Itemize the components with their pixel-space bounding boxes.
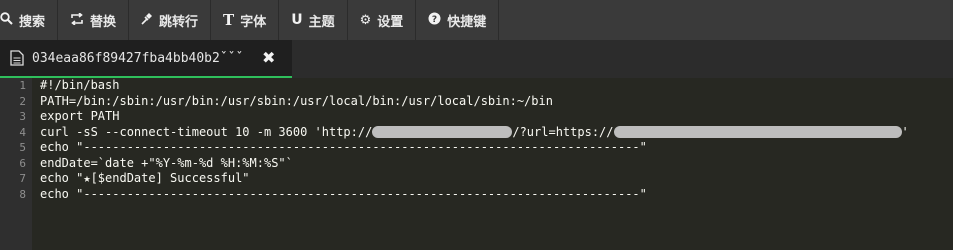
tab-bar: 034eaa86f89427fba4bb40b2ˇˇˇ ✖ (0, 40, 953, 78)
code-line: #!/bin/bash (40, 78, 120, 92)
code-line: curl -sS --connect-timeout 10 -m 3600 'h… (40, 125, 953, 141)
font-label: 字体 (240, 14, 267, 30)
line-number: 2 (19, 94, 26, 108)
toolbar: 搜索 替换 跳转行 T 字体 U 主题 ⚙ 设置 ? 快捷键 (0, 0, 953, 40)
code-area[interactable]: #!/bin/bash PATH=/bin:/sbin:/usr/bin:/us… (40, 78, 953, 250)
redacted-host (372, 125, 513, 138)
help-icon: ? (428, 12, 441, 28)
svg-text:?: ? (432, 15, 437, 25)
line-number: 6 (19, 156, 26, 170)
text-icon: T (223, 10, 235, 29)
file-tab[interactable]: 034eaa86f89427fba4bb40b2ˇˇˇ ✖ (0, 40, 292, 78)
code-line: echo "----------------------------------… (40, 140, 647, 154)
replace-label: 替换 (90, 14, 117, 30)
line-number: 4 (19, 125, 26, 139)
shortcuts-label: 快捷键 (447, 14, 487, 30)
editor-window: 搜索 替换 跳转行 T 字体 U 主题 ⚙ 设置 ? 快捷键 034eaa86f… (0, 0, 953, 250)
goto-line-label: 跳转行 (159, 14, 199, 30)
search-icon (0, 12, 13, 28)
code-editor[interactable]: 1 2 3 4 5 6 7 8 #!/bin/bash PATH=/bin:/s… (0, 78, 953, 250)
theme-icon: U (291, 11, 303, 28)
replace-button[interactable]: 替换 (58, 0, 130, 40)
tab-title: 034eaa86f89427fba4bb40b2ˇˇˇ (32, 50, 244, 66)
code-line: echo "----------------------------------… (40, 186, 647, 201)
theme-label: 主题 (308, 14, 335, 30)
code-line: PATH=/bin:/sbin:/usr/bin:/usr/sbin:/usr/… (40, 93, 553, 108)
settings-button[interactable]: ⚙ 设置 (348, 0, 417, 40)
line-number: 7 (19, 172, 26, 185)
code-line: endDate=`date +"%Y-%m-%d %H:%M:%S"` (40, 155, 293, 170)
code-line-end: ' (901, 124, 909, 139)
goto-line-button[interactable]: 跳转行 (129, 0, 212, 40)
search-button[interactable]: 搜索 (0, 0, 59, 40)
code-line: export PATH (40, 109, 120, 123)
redacted-url (613, 125, 902, 138)
font-button[interactable]: T 字体 (211, 0, 280, 40)
line-number: 8 (19, 187, 26, 201)
gear-icon: ⚙ (359, 12, 372, 28)
code-line-mid: /?url=https:// (512, 124, 614, 139)
search-label: 搜索 (19, 14, 46, 30)
file-icon (10, 50, 24, 66)
line-number: 5 (19, 141, 26, 154)
replace-icon (70, 11, 84, 28)
line-gutter: 1 2 3 4 5 6 7 8 (0, 78, 32, 250)
pin-icon (141, 12, 153, 28)
line-number: 1 (19, 79, 26, 92)
settings-label: 设置 (377, 14, 404, 30)
code-line-start: curl -sS --connect-timeout 10 -m 3600 'h… (40, 124, 373, 139)
shortcuts-button[interactable]: ? 快捷键 (416, 0, 500, 40)
close-icon[interactable]: ✖ (262, 49, 275, 67)
theme-button[interactable]: U 主题 (279, 0, 348, 40)
line-number: 3 (19, 110, 26, 123)
code-line: echo "★[$endDate] Successful" (40, 171, 250, 185)
